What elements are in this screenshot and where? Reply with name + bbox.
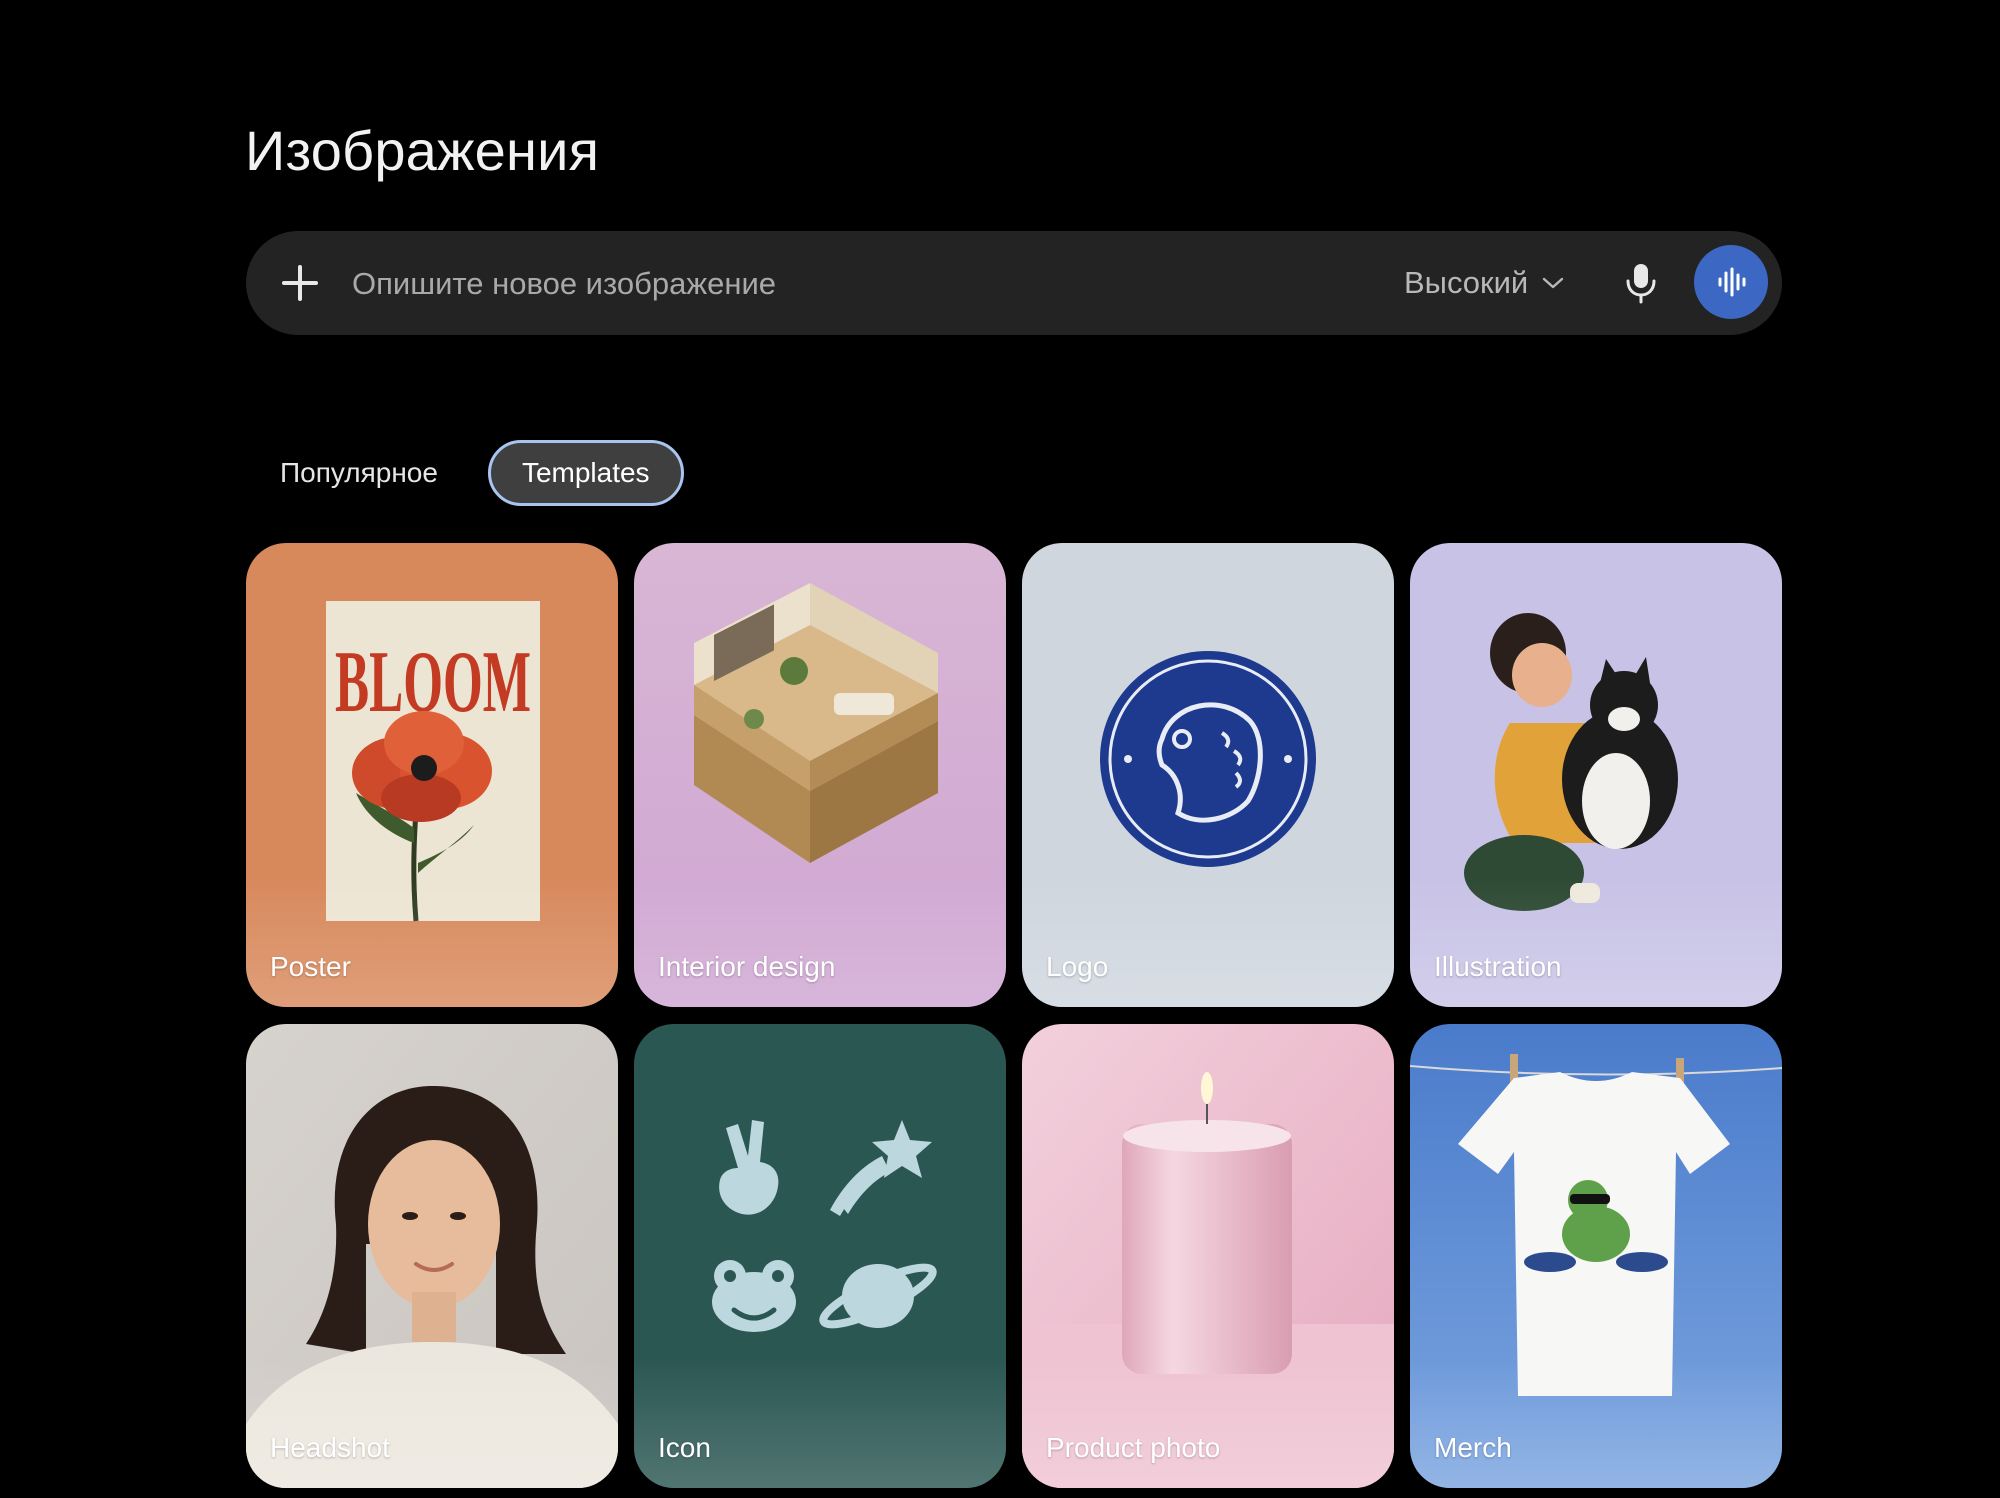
- plus-icon[interactable]: [282, 265, 318, 301]
- tab-templates[interactable]: Templates: [487, 440, 684, 506]
- template-card-illustration[interactable]: Illustration: [1410, 543, 1782, 1007]
- voice-waveform-icon: [1718, 267, 1746, 297]
- template-card-icon[interactable]: Icon: [634, 1024, 1006, 1488]
- template-label: Illustration: [1434, 951, 1562, 982]
- prompt-bar: Высокий: [246, 231, 1782, 335]
- templates-grid: BLOOM Poster Interior design Logo Illust…: [246, 543, 1782, 1488]
- template-card-product-photo[interactable]: Product photo: [1022, 1024, 1394, 1488]
- template-card-merch[interactable]: Merch: [1410, 1024, 1782, 1488]
- quality-dropdown[interactable]: Высокий: [1404, 257, 1564, 309]
- chevron-down-icon: [1543, 277, 1564, 289]
- page-title: Изображения: [245, 119, 600, 182]
- template-card-interior-design[interactable]: Interior design: [634, 543, 1006, 1007]
- template-label: Icon: [658, 1432, 711, 1463]
- template-label: Merch: [1434, 1432, 1512, 1463]
- microphone-icon[interactable]: [1621, 261, 1661, 305]
- template-card-headshot[interactable]: Headshot: [246, 1024, 618, 1488]
- template-card-logo[interactable]: Logo: [1022, 543, 1394, 1007]
- template-card-poster[interactable]: BLOOM Poster: [246, 543, 618, 1007]
- template-tabs: Популярное Templates: [246, 438, 684, 508]
- voice-mode-button[interactable]: [1694, 245, 1768, 319]
- template-label: Logo: [1046, 951, 1109, 982]
- quality-label: Высокий: [1404, 265, 1529, 300]
- prompt-input[interactable]: [350, 251, 1314, 317]
- template-label: Interior design: [658, 951, 836, 982]
- template-label: Poster: [270, 951, 351, 982]
- template-label: Headshot: [270, 1432, 390, 1463]
- tab-popular[interactable]: Популярное: [246, 440, 472, 506]
- template-label: Product photo: [1046, 1432, 1221, 1463]
